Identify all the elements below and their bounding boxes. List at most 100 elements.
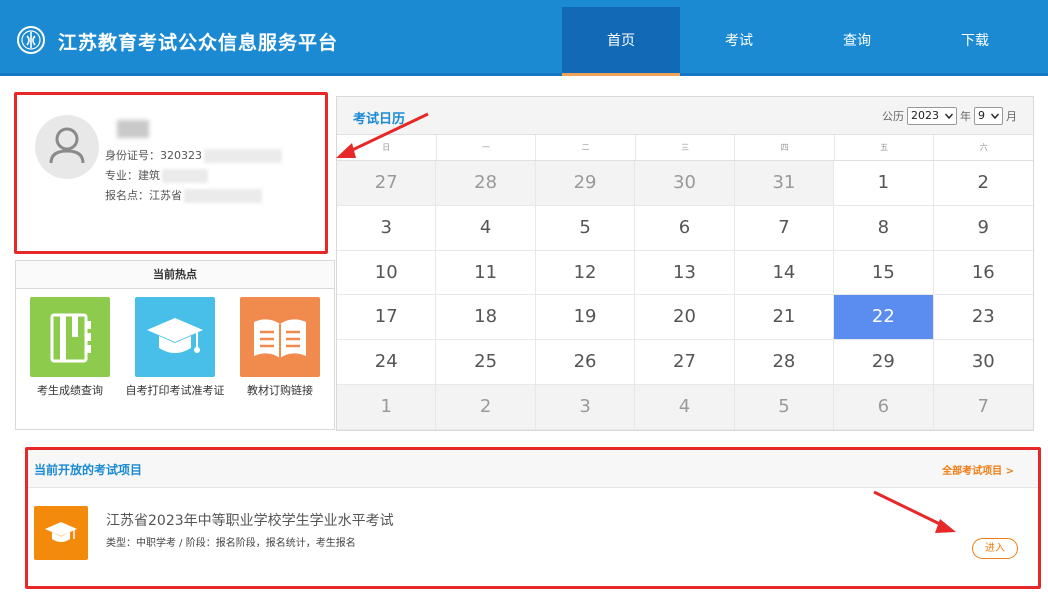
- calendar-day[interactable]: 17: [337, 295, 437, 341]
- calendar-day[interactable]: 31: [734, 161, 835, 206]
- user-site-line: 报名点：江苏省: [105, 187, 262, 203]
- calendar-day[interactable]: 3: [337, 205, 437, 251]
- user-major-line: 专业：建筑: [105, 167, 208, 183]
- redacted-site: [184, 189, 262, 203]
- calendar-day[interactable]: 21: [734, 295, 835, 341]
- calendar-day[interactable]: 4: [436, 205, 536, 251]
- user-id-line: 身份证号：320323: [105, 147, 282, 163]
- calendar-day[interactable]: 2: [436, 384, 536, 430]
- hot-item-label: 自考打印考试准考证: [125, 384, 225, 397]
- user-info-card: 身份证号：320323 专业：建筑 报名点：江苏省: [14, 92, 328, 254]
- id-value: 320323: [160, 149, 202, 162]
- avatar: [35, 115, 99, 179]
- hot-item-print-ticket[interactable]: 自考打印考试准考证: [125, 297, 225, 397]
- main-nav: 首页 考试 查询 下载: [562, 7, 1034, 76]
- calendar-day[interactable]: 20: [635, 295, 735, 341]
- year-value: 2023: [911, 109, 939, 122]
- calendar-grid: 27 28 29 30 31 1 2 3 4 5 6 7 8 9 10 11 12 13 14 15 16 17 18 19 2…: [337, 161, 1033, 430]
- calendar-day[interactable]: 4: [635, 384, 735, 430]
- calendar-day-selected[interactable]: 22: [834, 295, 934, 341]
- exam-meta: 类型：中职学考 / 阶段：报名阶段，报名统计，考生报名: [106, 538, 356, 549]
- calendar-day[interactable]: 15: [834, 250, 934, 296]
- notebook-icon: [30, 297, 110, 377]
- redacted-major: [162, 169, 208, 183]
- weekday-label: 四: [735, 135, 835, 160]
- enter-button[interactable]: 进入: [972, 538, 1018, 559]
- nav-query[interactable]: 查询: [798, 7, 916, 76]
- hot-item-score-query[interactable]: 考生成绩查询: [20, 297, 120, 397]
- calendar-day[interactable]: 23: [933, 295, 1033, 341]
- calendar-day[interactable]: 7: [933, 384, 1033, 430]
- month-value: 9: [978, 109, 985, 122]
- chevron-down-icon: [991, 113, 999, 119]
- calendar-day[interactable]: 24: [337, 340, 437, 385]
- calendar-day[interactable]: 18: [436, 295, 536, 341]
- calendar-day[interactable]: 8: [834, 205, 934, 251]
- calendar-day[interactable]: 28: [436, 161, 536, 206]
- id-label: 身份证号：: [105, 149, 160, 162]
- calendar-day[interactable]: 9: [933, 206, 1033, 251]
- open-book-icon: [240, 297, 320, 377]
- chevron-down-icon: [945, 113, 953, 119]
- calendar-day[interactable]: 10: [337, 250, 437, 296]
- nav-exams[interactable]: 考试: [680, 7, 798, 76]
- calendar-day[interactable]: 2: [933, 161, 1033, 206]
- top-header: 江苏教育考试公众信息服务平台 首页 考试 查询 下载: [0, 0, 1048, 76]
- calendar-day[interactable]: 3: [535, 384, 636, 430]
- exam-calendar: 考试日历 公历 2023 年 9 月 日一二三四五六 27 28 29 30 31 1 2 3…: [336, 96, 1034, 431]
- logo-icon: [17, 26, 45, 54]
- calendar-day[interactable]: 5: [535, 205, 636, 251]
- nav-home[interactable]: 首页: [562, 7, 680, 76]
- hot-item-textbook-order[interactable]: 教材订购链接: [230, 297, 330, 397]
- major-label: 专业：: [105, 169, 138, 182]
- calendar-day[interactable]: 26: [535, 340, 636, 385]
- major-value: 建筑: [138, 169, 160, 182]
- hot-topics-panel: 当前热点 考生成绩查询 自考打印考试准考证 教材订购链接: [15, 260, 335, 430]
- user-icon: [49, 127, 85, 164]
- redacted-id: [204, 149, 282, 163]
- month-select[interactable]: 9: [974, 107, 1003, 125]
- calendar-day[interactable]: 27: [337, 161, 437, 206]
- calendar-day[interactable]: 30: [635, 161, 735, 206]
- weekday-label: 二: [536, 135, 636, 160]
- exam-name[interactable]: 江苏省2023年中等职业学校学生学业水平考试: [106, 510, 394, 530]
- weekday-header: 日一二三四五 六: [337, 135, 1033, 161]
- calendar-day[interactable]: 16: [933, 251, 1033, 296]
- hot-title: 当前热点: [16, 261, 334, 289]
- calendar-day[interactable]: 7: [734, 205, 835, 251]
- calendar-day[interactable]: 13: [635, 250, 735, 296]
- calendar-title: 考试日历: [353, 112, 406, 127]
- calendar-day[interactable]: 29: [834, 340, 934, 385]
- open-exams-header: 当前开放的考试项目 全部考试项目 >: [28, 450, 1038, 488]
- calendar-day[interactable]: 1: [337, 384, 437, 430]
- hot-item-label: 考生成绩查询: [37, 384, 103, 397]
- weekday-label: 一: [437, 135, 537, 160]
- calendar-day[interactable]: 27: [635, 340, 735, 385]
- site-title: 江苏教育考试公众信息服务平台: [58, 32, 339, 54]
- era-label: 公历: [882, 110, 904, 123]
- all-exams-link[interactable]: 全部考试项目 >: [942, 462, 1014, 477]
- calendar-day[interactable]: 6: [635, 205, 735, 251]
- graduation-cap-icon: [34, 506, 88, 560]
- calendar-header: 考试日历 公历 2023 年 9 月: [337, 97, 1033, 135]
- weekday-label: 五: [835, 135, 935, 160]
- calendar-day[interactable]: 11: [436, 250, 536, 296]
- year-unit: 年: [960, 110, 971, 123]
- site-value: 江苏省: [149, 189, 182, 202]
- weekday-label: 六: [979, 143, 988, 152]
- calendar-day[interactable]: 12: [535, 250, 636, 296]
- open-exams-title: 当前开放的考试项目: [34, 463, 143, 477]
- hot-item-label: 教材订购链接: [247, 384, 313, 397]
- calendar-day[interactable]: 25: [436, 340, 536, 385]
- year-select[interactable]: 2023: [907, 107, 957, 125]
- nav-download[interactable]: 下载: [916, 7, 1034, 76]
- calendar-day[interactable]: 6: [834, 384, 934, 430]
- calendar-day[interactable]: 1: [834, 161, 934, 206]
- calendar-day[interactable]: 30: [933, 340, 1033, 385]
- calendar-day[interactable]: 28: [734, 340, 835, 385]
- calendar-day[interactable]: 5: [734, 384, 835, 430]
- calendar-day[interactable]: 29: [535, 161, 636, 206]
- calendar-day[interactable]: 19: [535, 295, 636, 341]
- open-exams-panel: 当前开放的考试项目 全部考试项目 > 江苏省2023年中等职业学校学生学业水平考…: [25, 447, 1041, 589]
- calendar-day[interactable]: 14: [734, 250, 835, 296]
